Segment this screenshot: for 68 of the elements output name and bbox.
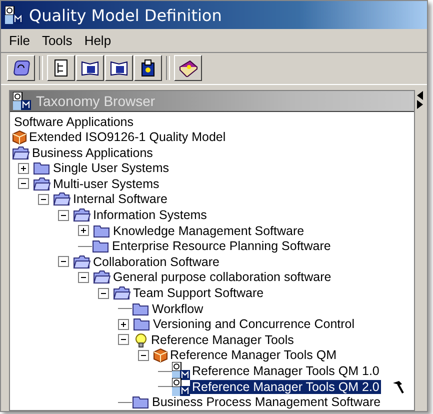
folder-icon (133, 317, 151, 332)
folder-icon (93, 224, 111, 238)
app-icon (5, 6, 23, 24)
open-book-icon (81, 60, 99, 76)
folder-icon (33, 161, 51, 176)
collapse-toggle[interactable] (18, 178, 29, 190)
document-tree-icon (54, 59, 68, 77)
expand-arrow-icon[interactable] (416, 100, 424, 109)
tree-item[interactable]: General purpose collaboration software (111, 270, 334, 284)
tree-item[interactable]: Reference Manager Tools QM 1.0 (190, 364, 382, 378)
tree-item[interactable]: Knowledge Management Software (111, 224, 306, 238)
quality-model-icon (172, 378, 190, 396)
tree-item[interactable]: Reference Manager Tools QM (168, 348, 339, 362)
collapse-toggle[interactable] (58, 256, 69, 268)
tree-item[interactable]: Reference Manager Tools QM 2.0 (190, 380, 382, 394)
toolbar-button[interactable] (134, 55, 162, 81)
tree-item[interactable]: Enterprise Resource Planning Software (110, 239, 333, 254)
menu-item[interactable]: File (5, 32, 34, 49)
folder-icon (73, 254, 91, 269)
tree-item[interactable]: Multi-user Systems (51, 176, 162, 191)
folder-icon (113, 286, 131, 300)
collapse-toggle[interactable] (58, 210, 69, 221)
folder-icon (33, 176, 51, 191)
collapse-toggle[interactable] (78, 272, 89, 283)
toolbar-button[interactable] (76, 55, 104, 81)
tree-item[interactable]: Collaboration Software (91, 254, 222, 269)
lightbulb-icon (133, 332, 149, 348)
expand-toggle[interactable] (118, 318, 129, 330)
menu-item[interactable]: Help (80, 32, 116, 49)
tree-item[interactable]: Software Applications (12, 114, 136, 129)
folder-icon (53, 192, 71, 206)
tree-item[interactable]: Business Process Management Software (150, 395, 383, 410)
clipboard-icon (141, 59, 155, 77)
window-title: Quality Model Definition (29, 6, 222, 24)
toolbar-button[interactable] (105, 55, 133, 81)
hammer-icon (391, 380, 406, 394)
expand-toggle[interactable] (78, 225, 89, 236)
tree-item[interactable]: Single User Systems (51, 161, 172, 176)
tree-item[interactable]: Reference Manager Tools (149, 332, 296, 347)
cube-icon (12, 130, 27, 145)
menu-item[interactable]: Tools (38, 32, 76, 49)
collapse-toggle[interactable] (98, 288, 109, 299)
collapse-toggle[interactable] (138, 350, 149, 361)
tree-item[interactable]: Business Applications (30, 146, 155, 160)
collapse-arrow-icon[interactable] (416, 91, 424, 100)
toolbar-button[interactable] (47, 55, 75, 81)
collapse-toggle[interactable] (118, 334, 129, 346)
open-book-icon (110, 60, 128, 76)
tree-item[interactable]: Team Support Software (131, 286, 266, 300)
folder-icon (92, 239, 110, 254)
quality-model-icon (172, 362, 190, 380)
help-book-icon (178, 59, 198, 77)
refresh-icon (12, 59, 30, 77)
panel-title: Taxonomy Browser (36, 92, 156, 109)
folder-icon (132, 395, 150, 410)
tree-item[interactable]: Extended ISO9126-1 Quality Model (27, 130, 228, 144)
folder-icon (93, 270, 111, 284)
expand-toggle[interactable] (18, 162, 29, 174)
tree-item[interactable]: Versioning and Concurrence Control (151, 317, 357, 332)
folder-icon (73, 208, 91, 222)
tree-item[interactable]: Workflow (150, 302, 206, 316)
cube-icon (153, 348, 168, 363)
tree-item[interactable]: Information Systems (91, 208, 209, 222)
toolbar-button[interactable] (7, 55, 35, 81)
folder-icon (132, 302, 150, 316)
tree-item[interactable]: Internal Software (71, 192, 170, 206)
collapse-toggle[interactable] (38, 194, 49, 205)
toolbar-button[interactable] (174, 55, 202, 81)
